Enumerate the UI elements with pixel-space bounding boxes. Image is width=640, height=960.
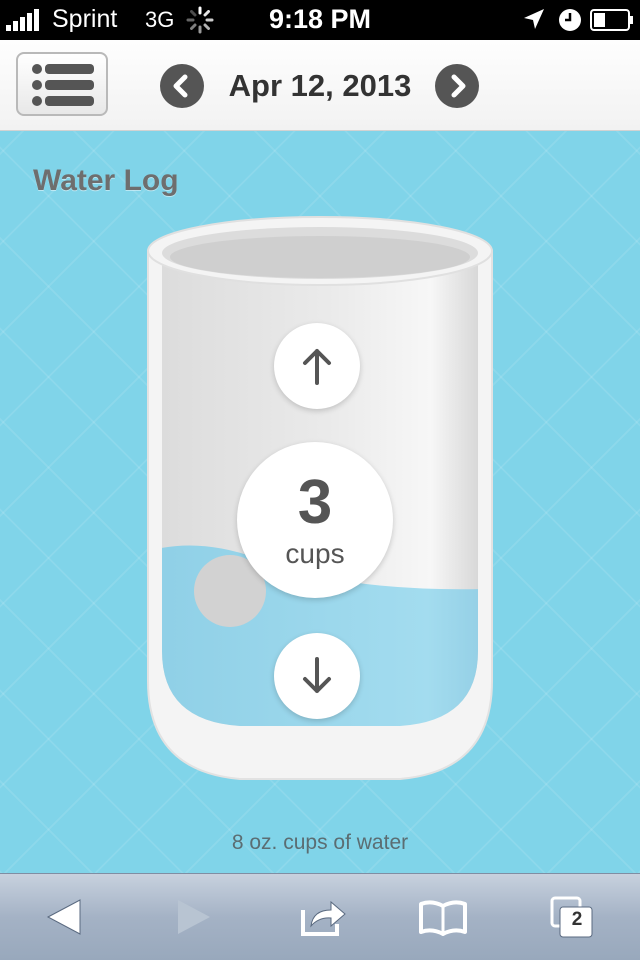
back-button[interactable] — [40, 894, 90, 940]
increase-cups-button[interactable] — [274, 323, 360, 409]
date-label: Apr 12, 2013 — [228, 68, 412, 103]
battery-icon — [590, 9, 633, 31]
header-bar: Apr 12, 2013 — [0, 40, 640, 131]
clock-icon — [559, 9, 581, 31]
screen: Sprint 3G 9:18 PM Apr 12, 2013 Water Log… — [0, 0, 640, 960]
previous-day-button[interactable] — [160, 64, 204, 108]
chevron-left-icon — [173, 74, 188, 98]
back-arrow-icon — [46, 899, 81, 935]
cup-size-note: 8 oz. cups of water — [231, 831, 409, 854]
next-day-button[interactable] — [435, 64, 479, 108]
tabs-button[interactable]: 2 — [546, 894, 596, 940]
decrease-cups-button[interactable] — [274, 633, 360, 719]
browser-toolbar: 2 — [0, 873, 640, 960]
cup-unit: cups — [285, 538, 345, 569]
open-tabs-count: 2 — [571, 909, 583, 930]
status-bar: Sprint 3G 9:18 PM — [0, 0, 640, 40]
cup-count-display: 3 cups — [237, 442, 393, 598]
menu-button[interactable] — [16, 52, 108, 116]
share-icon — [301, 900, 346, 936]
chevron-right-icon — [451, 74, 466, 98]
forward-button[interactable] — [168, 894, 218, 940]
location-arrow-icon — [524, 9, 544, 29]
arrow-up-icon — [303, 349, 331, 385]
bookmarks-icon — [419, 900, 467, 936]
cup-count: 3 — [297, 468, 333, 537]
water-log-panel: Water Log 3 cups 8 oz. cups of water — [0, 131, 640, 873]
arrow-down-icon — [303, 657, 331, 693]
forward-arrow-icon — [178, 900, 210, 934]
page-title: Water Log — [33, 164, 179, 197]
bookmarks-button[interactable] — [418, 894, 468, 940]
list-icon — [32, 64, 94, 106]
share-button[interactable] — [299, 894, 349, 940]
